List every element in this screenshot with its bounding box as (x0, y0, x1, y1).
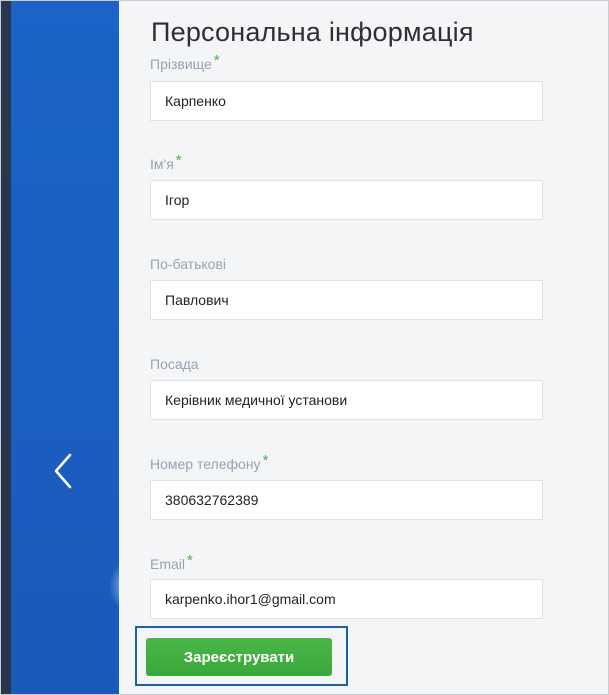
surname-input[interactable] (150, 81, 543, 121)
chevron-left-icon (54, 453, 72, 489)
panel-glow (109, 561, 119, 611)
required-mark: * (262, 452, 269, 469)
first-name-label: Ім'я * (150, 152, 182, 173)
registration-window: Персональна інформація Прізвище* Ім'я* П… (0, 0, 609, 695)
submit-highlight: Зареєструвати (135, 626, 348, 686)
page-title: Персональна інформація (151, 17, 474, 47)
required-mark: * (187, 552, 193, 569)
first-name-label-text: Ім'я (150, 156, 174, 172)
email-input[interactable] (150, 579, 543, 619)
required-mark: * (213, 52, 220, 69)
position-input[interactable] (150, 380, 543, 420)
position-label-text: Посада (150, 356, 199, 372)
back-button[interactable] (41, 449, 85, 493)
patronymic-input[interactable] (150, 280, 543, 320)
panel-edge (1, 1, 11, 694)
form-panel: Персональна інформація Прізвище* Ім'я* П… (119, 1, 608, 694)
register-button[interactable]: Зареєструвати (146, 638, 332, 676)
email-label: Email * (150, 552, 193, 573)
phone-label: Номер телефону * (150, 452, 268, 473)
patronymic-label-text: По-батькові (150, 256, 227, 272)
phone-input[interactable] (150, 480, 543, 520)
email-label-text: Email (150, 556, 186, 572)
surname-label: Прізвище * (150, 52, 220, 73)
phone-label-text: Номер телефону (150, 456, 261, 472)
required-mark: * (175, 152, 182, 169)
surname-label-text: Прізвище (150, 56, 212, 72)
first-name-input[interactable] (150, 180, 543, 220)
side-panel (1, 1, 119, 694)
position-label: Посада (150, 356, 199, 372)
patronymic-label: По-батькові (150, 256, 226, 272)
